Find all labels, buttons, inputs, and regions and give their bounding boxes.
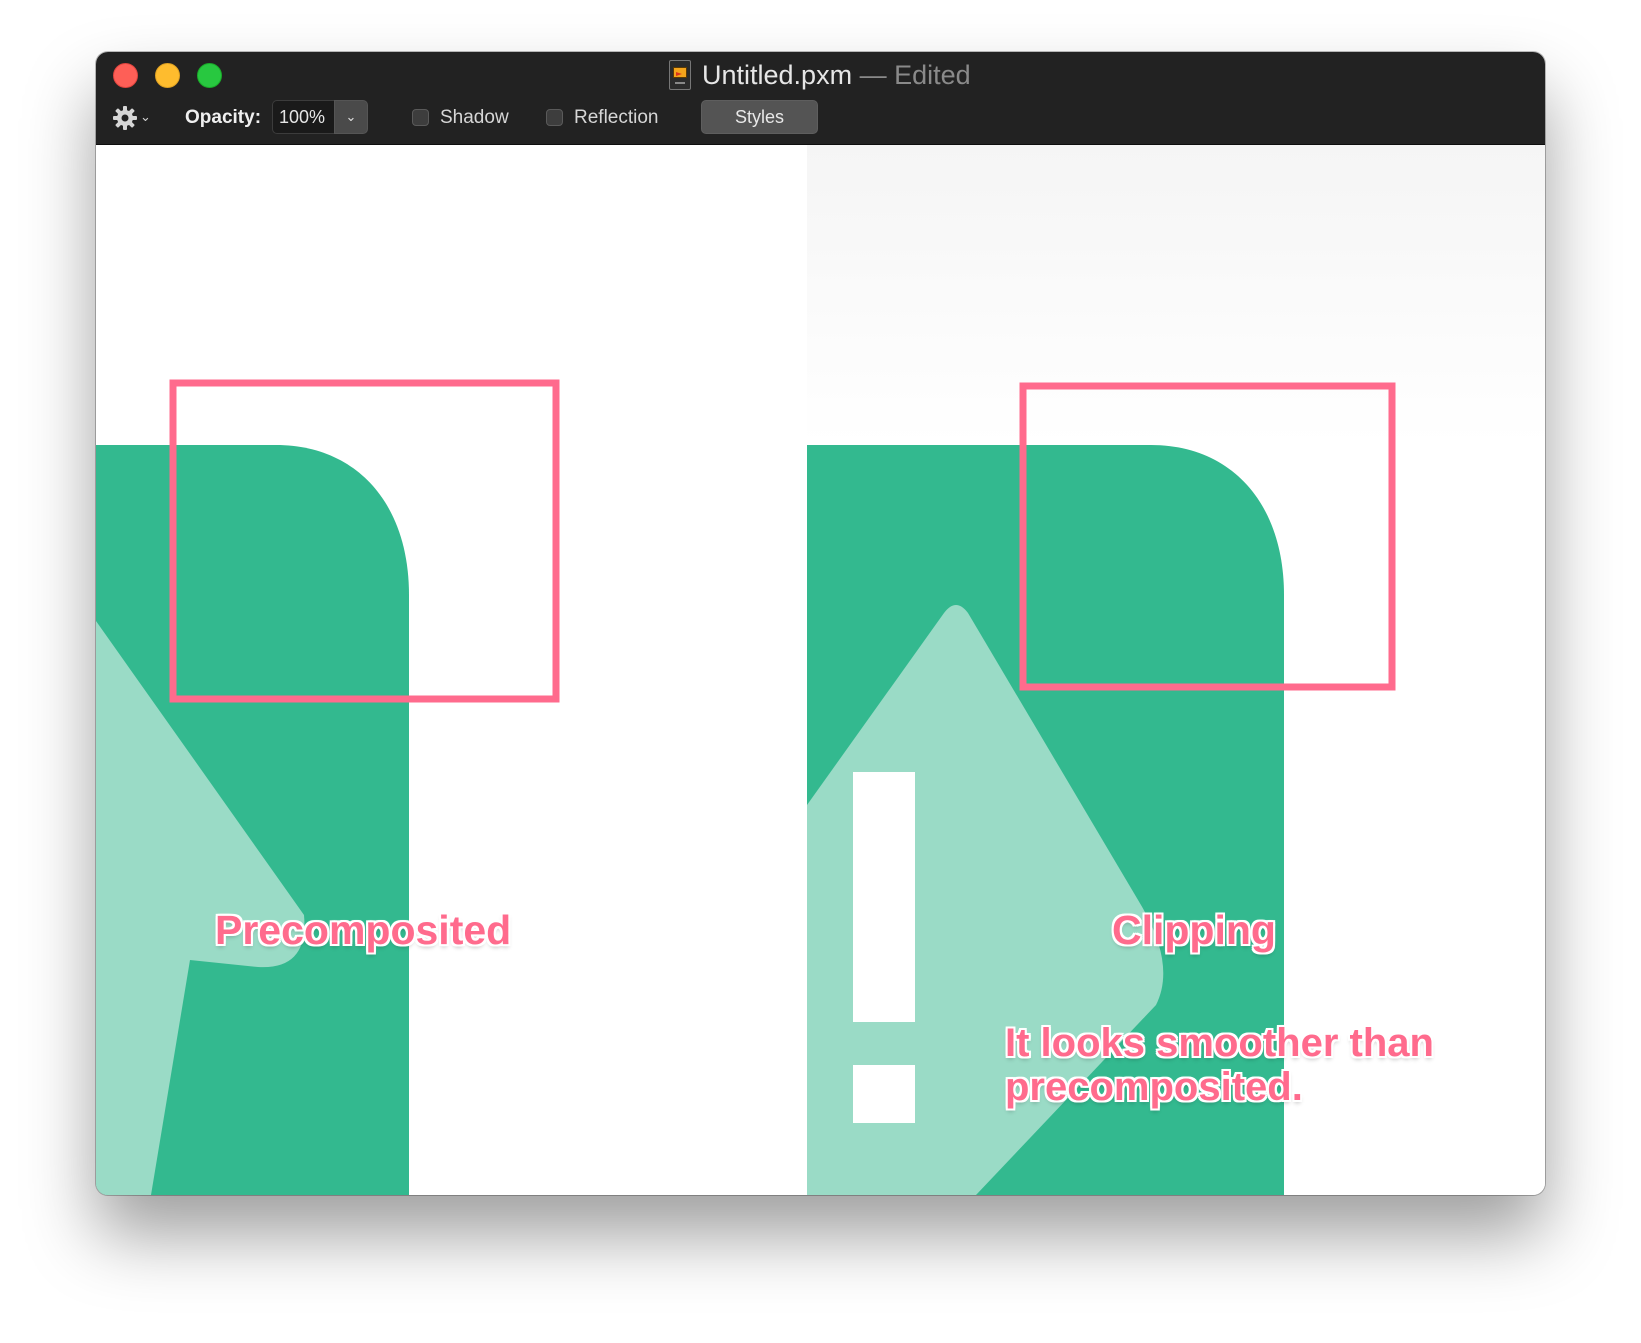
clipping-annotation: Clipping [1112, 907, 1276, 953]
opacity-input[interactable]: 100% [272, 100, 334, 134]
edited-state: Edited [894, 60, 971, 90]
document-name: Untitled.pxm [702, 60, 853, 90]
precomposited-annotation: Precomposited [215, 907, 512, 953]
reflection-label[interactable]: Reflection [574, 104, 659, 132]
window-title: Untitled.pxm — Edited [702, 57, 971, 93]
smoother-note-annotation: It looks smoother than precomposited. [1005, 1021, 1434, 1109]
close-window-button[interactable] [113, 63, 138, 88]
styles-button[interactable]: Styles [701, 100, 818, 134]
exclamation-bar [853, 772, 915, 1022]
opacity-label: Opacity: [185, 107, 262, 128]
exclamation-dot [853, 1065, 915, 1123]
chevron-down-icon: ⌄ [345, 109, 357, 124]
opacity-dropdown-button[interactable]: ⌄ [334, 100, 368, 134]
document-image-glyph [673, 67, 687, 78]
note-line-1: It looks smoother than [1005, 1021, 1434, 1065]
title-bar: Untitled.pxm — Edited ⌄ Opacity: 100% ⌄ … [96, 52, 1545, 145]
shadow-label[interactable]: Shadow [440, 104, 509, 132]
app-window: Untitled.pxm — Edited ⌄ Opacity: 100% ⌄ … [96, 52, 1545, 1195]
chevron-down-icon[interactable]: ⌄ [140, 109, 151, 125]
document-tag-glyph [675, 82, 685, 84]
shadow-checkbox[interactable] [412, 109, 429, 126]
pxm-document-icon[interactable] [669, 60, 691, 90]
minimize-window-button[interactable] [155, 63, 180, 88]
note-line-2: precomposited. [1005, 1065, 1303, 1109]
right-background [807, 145, 1545, 445]
title-separator: — [859, 60, 887, 90]
zoom-window-button[interactable] [197, 63, 222, 88]
reflection-checkbox[interactable] [546, 109, 563, 126]
gear-icon[interactable] [112, 105, 138, 131]
document-canvas[interactable]: Precomposited Clipping It looks smoother… [96, 145, 1545, 1195]
